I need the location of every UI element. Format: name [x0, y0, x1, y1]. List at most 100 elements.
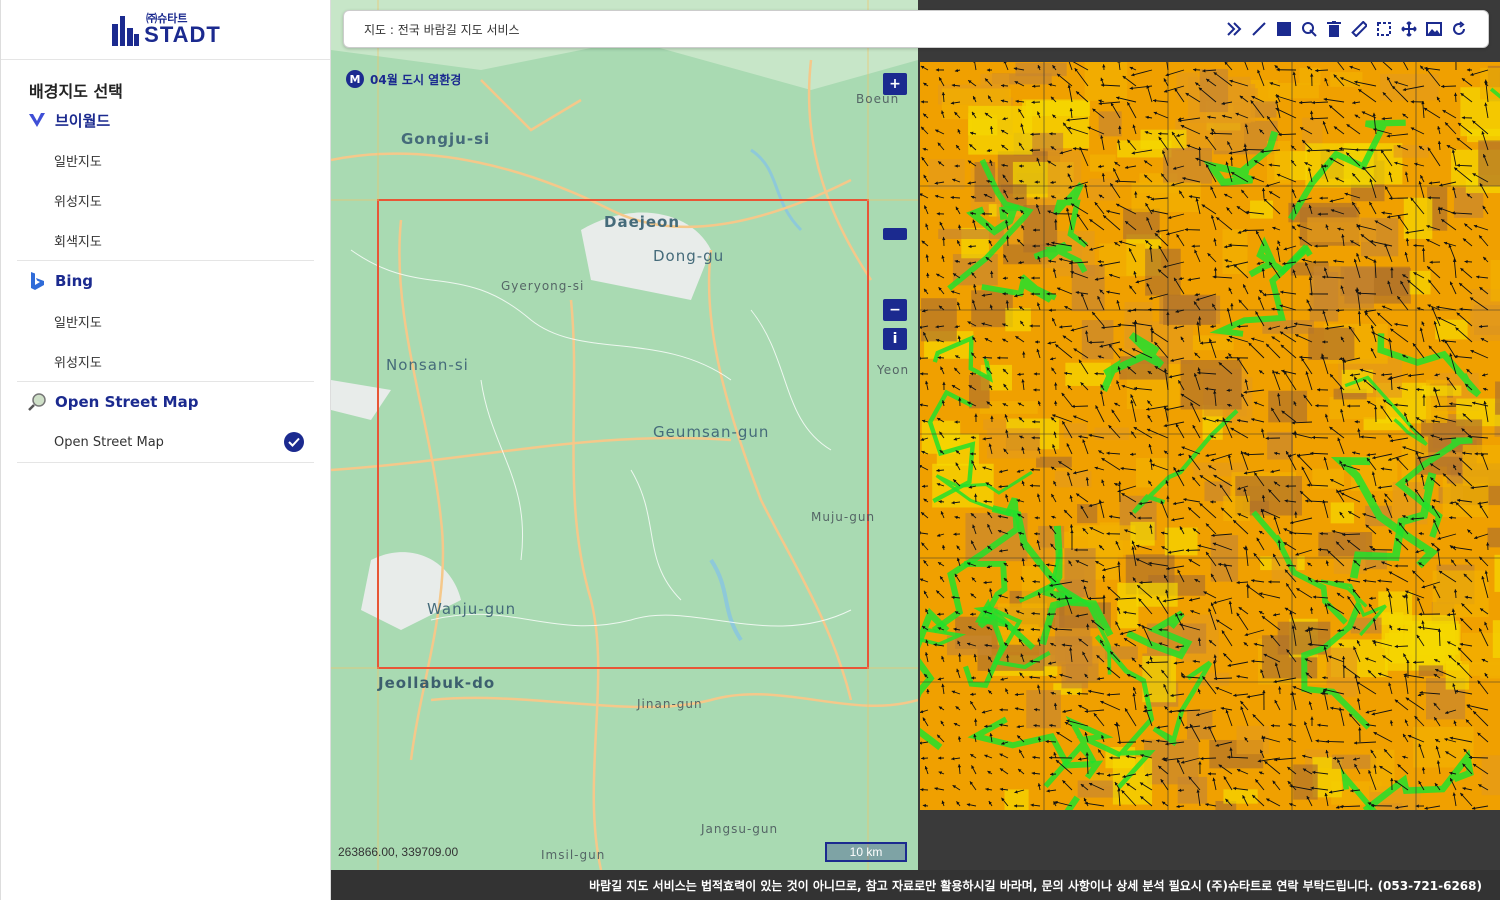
wind-arrow-head [989, 588, 993, 592]
info-button[interactable]: i [883, 328, 907, 350]
wind-arrow-head [926, 272, 930, 277]
wind-arrow-head [1002, 276, 1007, 280]
wind-arrow-head [1251, 659, 1255, 663]
wind-arrow-head [954, 515, 958, 520]
wind-arrow-head [1262, 690, 1266, 694]
group-head-osm[interactable]: Open Street Map [17, 382, 314, 422]
map-label: Jeollabuk-do [378, 674, 496, 692]
wind-arrow-head [934, 194, 939, 199]
draw-rectangle-icon[interactable] [1275, 20, 1293, 38]
base-map[interactable]: Gongju-si Daejeon Dong-gu Gyeryong-si No… [331, 0, 918, 870]
wind-arrow [1283, 371, 1297, 391]
basemap-option[interactable]: 일반지도 [17, 140, 314, 180]
wind-arrow-head [1268, 580, 1272, 584]
select-pointer-icon[interactable] [1300, 20, 1318, 38]
wind-arrow-head [1339, 804, 1343, 809]
terrain-patch [1435, 319, 1468, 340]
terrain-patch [1313, 266, 1374, 309]
terrain-patch [1495, 381, 1500, 415]
building-logo-icon [112, 16, 140, 46]
basemap-option[interactable]: 일반지도 [17, 301, 314, 341]
wind-arrow-head [1453, 92, 1458, 96]
trash-icon[interactable] [1325, 20, 1343, 38]
wind-arrow [1199, 502, 1217, 519]
wind-arrow-head [1054, 382, 1058, 386]
zoom-in-button[interactable]: + [883, 73, 907, 95]
wind-arrow-head [970, 372, 974, 376]
ruler-icon[interactable] [1350, 20, 1368, 38]
zoom-out-button[interactable]: − [883, 299, 907, 321]
wind-arrow-head [1149, 296, 1153, 300]
wind-arrow-head [1213, 267, 1218, 271]
wind-arrow-head [1329, 199, 1334, 203]
group-head-vworld[interactable]: 브이월드 [17, 100, 314, 140]
wind-arrow-head [1310, 716, 1314, 720]
collapse-double-chevron-icon[interactable] [1225, 20, 1243, 38]
wind-arrow-head [998, 469, 1003, 474]
terrain-patch [1267, 431, 1293, 460]
wind-arrow-head [983, 580, 987, 585]
wind-arrow [1373, 731, 1393, 743]
wind-arrow-head [1088, 433, 1092, 438]
wind-arrow-head [1069, 495, 1073, 499]
wind-arrow [1135, 320, 1137, 343]
wind-arrow-head [1161, 531, 1165, 535]
map-label: Gyeryong-si [501, 279, 585, 293]
basemap-option[interactable]: 위성지도 [17, 341, 314, 381]
wind-arrow-head [1357, 310, 1361, 315]
terrain-patch [1250, 200, 1273, 219]
wind-arrow-head [1066, 207, 1070, 212]
wind-arrow-head [1432, 499, 1436, 503]
wind-arrow-head [1307, 308, 1311, 312]
wind-field-map[interactable] [920, 62, 1500, 810]
wind-arrow [1403, 62, 1409, 71]
tool-group [1225, 20, 1468, 38]
wind-arrow-head [921, 484, 926, 488]
wind-arrow-head [1166, 495, 1170, 499]
basemap-option-selected[interactable]: Open Street Map [17, 422, 314, 462]
wind-arrow-head [1184, 227, 1188, 232]
wind-arrow-head [1352, 451, 1356, 455]
wind-arrow-head [950, 195, 954, 200]
wind-arrow-head [1410, 100, 1414, 104]
wind-arrow [1227, 661, 1249, 667]
wind-arrow-head [1381, 116, 1385, 121]
wind-arrow-head [1459, 307, 1463, 311]
wind-arrow-head [1130, 452, 1134, 456]
wind-arrow-head [1005, 494, 1009, 498]
basemap-option[interactable]: 회색지도 [17, 220, 314, 260]
basemap-option[interactable]: 위성지도 [17, 180, 314, 220]
draw-line-icon[interactable] [1250, 20, 1268, 38]
wind-arrow-head [941, 544, 946, 549]
wind-arrow [974, 62, 977, 71]
wind-arrow-head [1429, 260, 1433, 264]
wind-arrow-head [1191, 244, 1195, 248]
group-head-bing[interactable]: Bing [17, 261, 314, 301]
map-label: Nonsan-si [386, 356, 469, 374]
wind-arrow-head [1070, 328, 1075, 332]
wind-arrow [1248, 342, 1265, 359]
wind-arrow-head [1246, 695, 1251, 699]
wind-arrow [1244, 62, 1249, 71]
wind-arrow [1358, 88, 1377, 103]
pan-move-icon[interactable] [1400, 20, 1418, 38]
wind-arrow-head [1466, 68, 1471, 72]
wind-arrow-head [1421, 247, 1426, 251]
area-measure-icon[interactable] [1375, 20, 1393, 38]
wind-arrow-head [1227, 663, 1231, 667]
zoom-slider-handle[interactable] [883, 228, 907, 240]
wind-arrow [1102, 214, 1121, 231]
basemap-section-title: 배경지도 선택 [29, 82, 123, 101]
terrain-patch [1164, 527, 1198, 556]
terrain-patch [1481, 755, 1500, 796]
sidebar: ㈜슈타트 STADT 배경지도 선택 브이월드 일반지도 위성지도 회색지도 B… [0, 0, 331, 900]
group-vworld: 브이월드 일반지도 위성지도 회색지도 [17, 100, 314, 261]
terrain-patch [1054, 471, 1092, 488]
refresh-icon[interactable] [1450, 20, 1468, 38]
image-export-icon[interactable] [1425, 20, 1443, 38]
terrain-patch [1192, 335, 1234, 351]
wind-arrow-head [1388, 682, 1392, 686]
wind-arrow-head [1030, 468, 1034, 472]
terrain-patch [1381, 612, 1404, 648]
wind-arrow-head [1394, 564, 1398, 568]
